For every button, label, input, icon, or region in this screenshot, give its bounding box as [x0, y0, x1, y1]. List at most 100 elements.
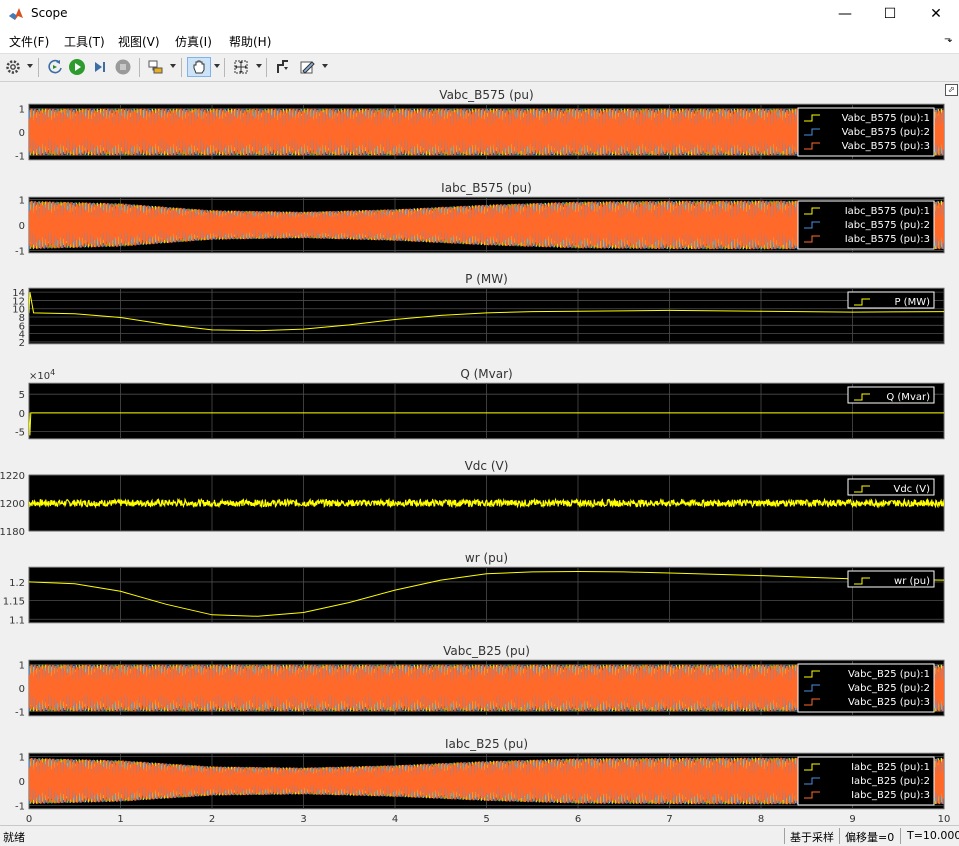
scope-axes-0: Vabc_B575 (pu)10-1Vabc_B575 (pu):1Vabc_B…	[15, 88, 945, 162]
y-tick-label: 1.1	[9, 615, 25, 626]
zoom-dropdown-icon[interactable]	[256, 64, 262, 68]
scope-axes-2: P (MW)1412108642P (MW)	[12, 272, 945, 349]
y-tick-label: -1	[15, 246, 25, 257]
x-tick-label: 5	[483, 814, 489, 824]
x-tick-label: 7	[666, 814, 672, 824]
axes-title: P (MW)	[465, 272, 508, 286]
scope-axes-7: Iabc_B25 (pu)10-1Iabc_B25 (pu):1Iabc_B25…	[15, 737, 950, 824]
highlight-block-icon[interactable]	[147, 58, 165, 76]
menu-tools[interactable]: 工具(T)	[64, 33, 105, 50]
legend: Iabc_B25 (pu):1 Iabc_B25 (pu):2 Iabc_B25 (…	[797, 756, 935, 806]
scope-axes-1: Iabc_B575 (pu)10-1Iabc_B575 (pu):1Iabc_B…	[15, 181, 945, 257]
y-tick-label: -1	[15, 707, 25, 718]
status-divider	[784, 828, 785, 844]
title-bar: Scope — ☐ ✕	[0, 0, 959, 28]
legend-entry: Vabc_B25 (pu):2	[848, 683, 930, 694]
status-divider	[839, 828, 840, 844]
minimize-icon: —	[838, 6, 852, 22]
legend-entry: Iabc_B575 (pu):2	[845, 220, 930, 231]
menu-help[interactable]: 帮助(H)	[229, 33, 271, 50]
settings-icon[interactable]	[4, 58, 22, 76]
y-tick-label: 1	[19, 196, 25, 207]
toolbar-separator	[139, 58, 140, 77]
scope-display[interactable]: ⬀ Vabc_B575 (pu) 1 0 -1 Vabc_B575 (pu):1 Vabc…	[0, 82, 959, 824]
legend: P (MW)	[847, 291, 935, 309]
legend-entry: Q (Mvar)	[886, 392, 930, 403]
y-tick-label: 0	[19, 777, 25, 788]
menu-bar: 文件(F) 工具(T) 视图(V) 仿真(I) 帮助(H) ⬎	[0, 28, 959, 54]
toolbar-separator	[38, 58, 39, 77]
y-tick-label: 1180	[0, 527, 25, 538]
toolbar-separator	[181, 58, 182, 77]
legend-entry: Iabc_B25 (pu):1	[851, 762, 930, 773]
menu-simulation[interactable]: 仿真(I)	[175, 33, 212, 50]
legend: wr (pu)	[847, 570, 935, 588]
y-tick-label: 0	[19, 128, 25, 139]
axes-title: Iabc_B25 (pu)	[445, 737, 528, 751]
y-tick-label: 1200	[0, 499, 25, 510]
y-tick-label: 5	[19, 390, 25, 401]
menu-file[interactable]: 文件(F)	[9, 33, 49, 50]
status-divider	[900, 828, 901, 844]
y-tick-label: 2	[19, 338, 25, 349]
legend-entry: Vabc_B575 (pu):2	[842, 127, 930, 138]
triggers-icon[interactable]	[274, 58, 292, 76]
menu-view[interactable]: 视图(V)	[118, 33, 160, 50]
legend-entry: Iabc_B25 (pu):3	[851, 790, 930, 801]
status-sample-based: 基于采样	[790, 831, 834, 844]
legend: Iabc_B575 (pu):1 Iabc_B575 (pu):2 Iabc_B57…	[797, 200, 935, 250]
legend: Vdc (V)	[847, 478, 935, 496]
maximize-icon: ☐	[883, 6, 897, 22]
toolbar-separator	[266, 58, 267, 77]
zoom-fit-icon[interactable]	[232, 58, 250, 76]
matlab-logo-icon	[9, 8, 23, 20]
legend: Q (Mvar)	[847, 386, 935, 404]
x-tick-label: 6	[575, 814, 581, 824]
scope-axes-container[interactable]: Vabc_B575 (pu)10-1Vabc_B575 (pu):1Vabc_B…	[0, 82, 959, 824]
x-tick-label: 10	[938, 814, 951, 824]
close-button[interactable]: ✕	[913, 0, 959, 28]
y-tick-label: 0	[19, 684, 25, 695]
axes-title: Iabc_B575 (pu)	[441, 181, 532, 195]
style-dropdown-icon[interactable]	[322, 64, 328, 68]
toolbar	[0, 54, 959, 82]
axes-multiplier: ×104	[29, 368, 55, 382]
y-tick-label: -1	[15, 151, 25, 162]
axes-title: Vabc_B575 (pu)	[439, 88, 533, 102]
y-tick-label: 1.15	[3, 597, 25, 608]
maximize-button[interactable]: ☐	[867, 0, 913, 28]
legend-entry: Vabc_B575 (pu):1	[842, 113, 930, 124]
axes-multiplier-exponent: 4	[50, 368, 55, 377]
x-tick-label: 3	[300, 814, 306, 824]
step-back-icon[interactable]	[46, 58, 64, 76]
axes-title: Vabc_B25 (pu)	[443, 644, 530, 658]
pan-icon[interactable]	[187, 57, 211, 77]
y-tick-label: -1	[15, 801, 25, 812]
scope-axes-3: Q (Mvar) 5 0 -5 ×104 Q (Mvar)	[15, 367, 945, 440]
y-tick-label: 0	[19, 409, 25, 420]
status-offset: 偏移量=0	[845, 831, 895, 844]
run-icon[interactable]	[68, 58, 86, 76]
close-icon: ✕	[930, 6, 942, 22]
stop-icon[interactable]	[114, 58, 132, 76]
axes-title: Vdc (V)	[465, 459, 509, 473]
style-icon[interactable]	[298, 58, 316, 76]
x-tick-label: 1	[117, 814, 123, 824]
highlight-dropdown-icon[interactable]	[170, 64, 176, 68]
x-tick-label: 0	[26, 814, 32, 824]
y-tick-label: -5	[15, 428, 25, 439]
pan-dropdown-icon[interactable]	[214, 64, 220, 68]
legend: Vabc_B575 (pu):1 Vabc_B575 (pu):2 Vabc_B57…	[797, 107, 935, 157]
legend-entry: Iabc_B575 (pu):3	[845, 234, 930, 245]
x-tick-label: 4	[392, 814, 398, 824]
minimize-button[interactable]: —	[822, 0, 868, 28]
legend-entry: Vabc_B575 (pu):3	[842, 141, 930, 152]
status-bar: 就绪 基于采样 偏移量=0 T=10.000	[0, 825, 959, 846]
menu-dock-icon[interactable]: ⬎	[944, 34, 952, 45]
step-forward-icon[interactable]	[91, 58, 109, 76]
x-tick-label: 8	[758, 814, 764, 824]
y-tick-label: 1220	[0, 471, 25, 482]
settings-dropdown-icon[interactable]	[27, 64, 33, 68]
legend-entry: Vabc_B25 (pu):1	[848, 669, 930, 680]
status-time: T=10.000	[907, 829, 959, 842]
